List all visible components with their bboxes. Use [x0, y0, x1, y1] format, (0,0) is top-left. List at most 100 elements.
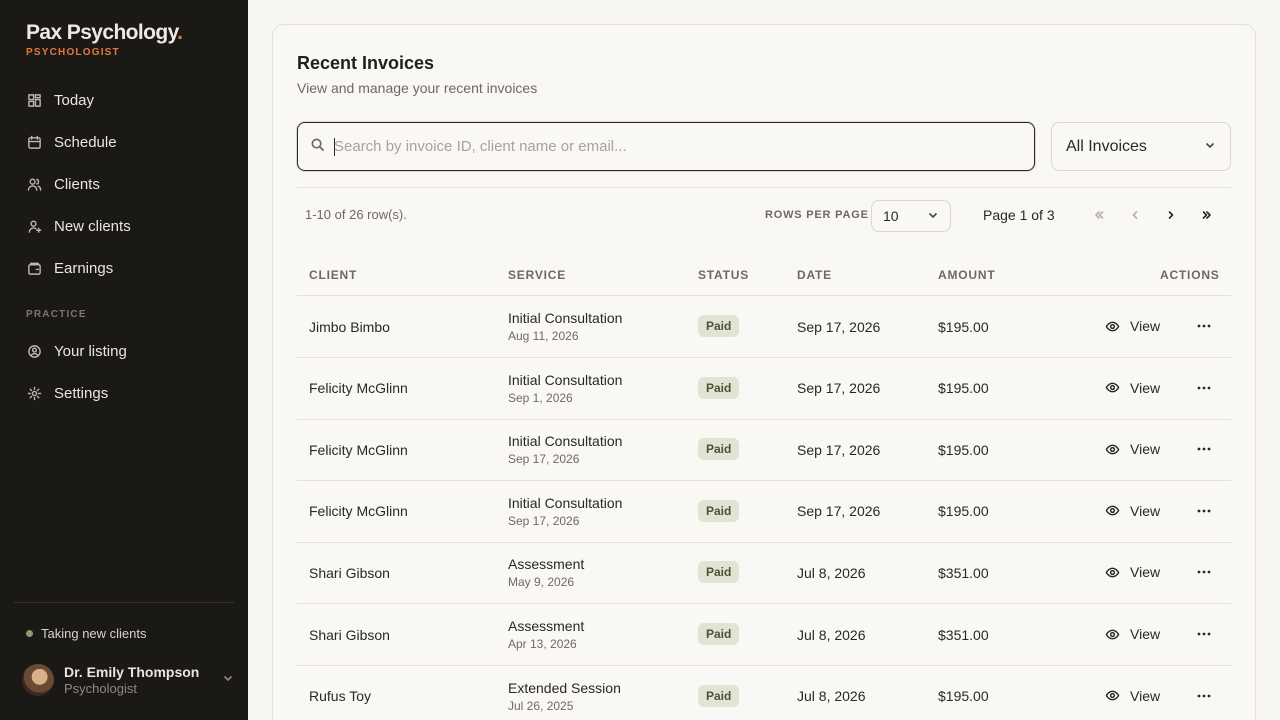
service-name: Initial Consultation — [508, 371, 623, 388]
column-header-actions: ACTIONS — [1160, 268, 1220, 282]
view-label: View — [1130, 626, 1161, 642]
chevron-down-icon — [222, 671, 234, 689]
client-name: Rufus Toy — [309, 688, 371, 705]
invoice-date: Jul 8, 2026 — [797, 688, 866, 705]
table-row: Felicity McGlinn Initial Consultation Sep … — [297, 481, 1231, 543]
column-header-date[interactable]: DATE — [797, 268, 832, 282]
eye-icon — [1105, 505, 1120, 516]
user-role: Psychologist — [64, 680, 137, 696]
availability-label: Taking new clients — [41, 626, 147, 641]
nav-item-your-listing[interactable]: Your listing — [14, 334, 234, 368]
view-invoice-button[interactable]: View — [1105, 436, 1160, 462]
page-title: Recent Invoices — [297, 53, 435, 73]
more-actions-button[interactable] — [1192, 437, 1216, 461]
section-label-practice: PRACTICE — [26, 309, 87, 320]
user-profile-menu[interactable]: Dr. Emily Thompson Psychologist — [22, 663, 234, 697]
divider — [297, 187, 1231, 188]
table-row: Felicity McGlinn Initial Consultation Sep … — [297, 358, 1231, 420]
chevrons-right-icon — [1202, 211, 1211, 219]
dashboard-icon — [26, 92, 42, 108]
previous-page-button[interactable] — [1123, 203, 1147, 227]
more-actions-button[interactable] — [1192, 622, 1216, 646]
eye-icon — [1105, 567, 1120, 578]
status-badge: Paid — [698, 438, 740, 461]
view-invoice-button[interactable]: View — [1105, 621, 1160, 647]
search-box[interactable] — [297, 122, 1035, 171]
client-name: Felicity McGlinn — [309, 380, 408, 397]
invoice-filter-select[interactable]: All Invoices — [1051, 122, 1231, 171]
gear-icon — [26, 385, 42, 401]
view-invoice-button[interactable]: View — [1105, 498, 1160, 524]
client-name: Shari Gibson — [309, 564, 390, 581]
view-label: View — [1130, 502, 1161, 519]
invoice-amount: $195.00 — [938, 318, 989, 335]
nav-label: Schedule — [54, 133, 117, 151]
nav-item-settings[interactable]: Settings — [14, 376, 234, 410]
service-date: May 9, 2026 — [508, 575, 575, 590]
last-page-button[interactable] — [1195, 203, 1219, 227]
more-horizontal-icon — [1197, 447, 1211, 451]
column-header-amount[interactable]: AMOUNT — [938, 268, 995, 282]
nav-item-earnings[interactable]: Earnings — [14, 251, 234, 285]
nav-item-schedule[interactable]: Schedule — [14, 125, 234, 159]
status-badge: Paid — [698, 315, 740, 337]
nav-item-today[interactable]: Today — [14, 83, 234, 117]
brand[interactable]: Pax Psychology. PSYCHOLOGIST — [26, 21, 183, 58]
service-date: Sep 17, 2026 — [508, 513, 580, 528]
table-row: Rufus Toy Extended Session Jul 26, 2025 Pai… — [297, 666, 1231, 720]
column-header-service[interactable]: SERVICE — [508, 268, 566, 282]
view-invoice-button[interactable]: View — [1105, 313, 1160, 339]
status-cell: Paid — [698, 623, 740, 645]
view-label: View — [1130, 379, 1161, 396]
nav-item-clients[interactable]: Clients — [14, 167, 234, 201]
wallet-icon — [26, 260, 42, 276]
view-invoice-button[interactable]: View — [1105, 559, 1160, 585]
nav-label: Earnings — [54, 259, 114, 277]
client-name: Felicity McGlinn — [309, 441, 408, 458]
invoice-amount: $351.00 — [938, 626, 989, 643]
more-actions-button[interactable] — [1192, 560, 1216, 584]
service-cell: Initial Consultation Sep 17, 2026 — [508, 495, 622, 529]
invoice-date: Jul 8, 2026 — [797, 564, 866, 581]
column-header-client[interactable]: CLIENT — [309, 268, 357, 282]
nav-label: New clients — [54, 217, 131, 235]
service-date: Jul 26, 2025 — [508, 698, 574, 713]
more-actions-button[interactable] — [1192, 499, 1216, 523]
user-plus-icon — [26, 218, 42, 234]
eye-icon — [1105, 444, 1120, 455]
column-header-status[interactable]: STATUS — [698, 268, 749, 282]
sidebar-divider — [14, 602, 234, 603]
more-actions-button[interactable] — [1192, 314, 1216, 338]
service-cell: Initial Consultation Aug 11, 2026 — [508, 310, 622, 344]
service-name: Assessment — [508, 618, 585, 634]
status-badge: Paid — [698, 623, 740, 645]
status-cell: Paid — [698, 315, 740, 337]
nav-label: Your listing — [54, 342, 127, 360]
view-invoice-button[interactable]: View — [1105, 375, 1160, 401]
rows-per-page-value: 10 — [883, 208, 899, 224]
view-invoice-button[interactable]: View — [1105, 683, 1160, 709]
next-page-button[interactable] — [1159, 203, 1183, 227]
invoice-amount: $195.00 — [938, 380, 989, 397]
eye-icon — [1105, 629, 1120, 639]
nav-label: Today — [54, 91, 95, 109]
view-label: View — [1130, 687, 1161, 704]
status-badge: Paid — [698, 376, 740, 399]
first-page-button[interactable] — [1087, 203, 1111, 227]
client-name: Felicity McGlinn — [309, 503, 408, 520]
service-date: Apr 13, 2026 — [508, 637, 577, 651]
more-actions-button[interactable] — [1192, 376, 1216, 400]
status-cell: Paid — [698, 684, 740, 707]
search-input[interactable] — [334, 138, 1014, 155]
view-label: View — [1130, 441, 1161, 458]
rows-per-page-select[interactable]: 10 — [871, 200, 951, 232]
users-icon — [26, 176, 42, 192]
brand-role: PSYCHOLOGIST — [26, 47, 120, 58]
service-cell: Assessment May 9, 2026 — [508, 556, 584, 590]
nav-label: Clients — [54, 175, 100, 193]
service-cell: Initial Consultation Sep 17, 2026 — [508, 433, 622, 467]
nav-item-new-clients[interactable]: New clients — [14, 209, 234, 243]
invoice-amount: $351.00 — [938, 564, 989, 581]
view-label: View — [1130, 318, 1161, 334]
more-actions-button[interactable] — [1192, 684, 1216, 708]
